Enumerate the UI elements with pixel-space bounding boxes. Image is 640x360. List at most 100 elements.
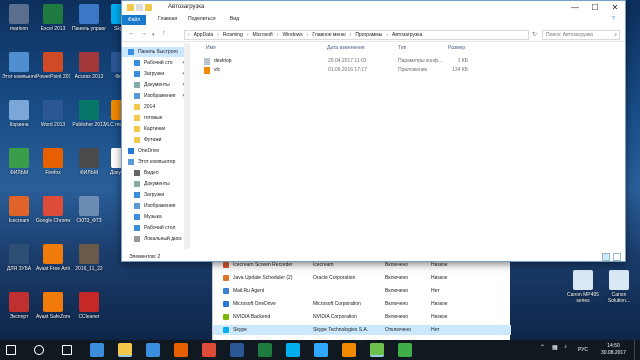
nav-item[interactable]: Загрузки — [122, 190, 189, 200]
startup-row[interactable]: Mail.Ru Agent Включено Нет — [213, 286, 511, 296]
nav-item[interactable]: Панель быстрого — [122, 47, 189, 57]
chrome-icon[interactable] — [202, 343, 216, 357]
forward-icon[interactable]: → — [140, 30, 147, 37]
printer-shortcut[interactable]: Canon Solution... — [602, 270, 636, 304]
printer-shortcut[interactable]: Canon MP495 series — [566, 270, 600, 304]
nav-item[interactable]: Рабочий сто✦ — [122, 58, 189, 68]
volume-icon[interactable]: ♪ — [564, 344, 567, 360]
search-icon[interactable] — [34, 345, 44, 355]
minimize-button[interactable]: — — [565, 1, 585, 15]
properties-icon[interactable] — [136, 4, 143, 11]
nav-item[interactable]: Загрузки✦ — [122, 69, 189, 79]
column-header-type[interactable]: Тип — [398, 45, 406, 51]
desktop-icon[interactable]: Excel 2013 — [36, 4, 70, 32]
maximize-button[interactable]: ☐ — [585, 1, 605, 15]
desktop-icon[interactable]: Avast Free Antivirus — [36, 244, 70, 272]
desktop-icon[interactable]: Icecream — [2, 196, 36, 224]
breadcrumb-item[interactable]: Программы — [355, 32, 382, 38]
desktop-icon[interactable]: СКП3_ФТЗ — [72, 196, 106, 224]
start-icon[interactable] — [6, 345, 16, 355]
desktop-icon[interactable]: marionn — [2, 4, 36, 32]
desktop-icon[interactable]: Firefox — [36, 148, 70, 176]
help-icon[interactable]: ? — [612, 16, 615, 22]
tray-up-icon[interactable]: ⌃ — [540, 344, 545, 360]
breadcrumb-separator[interactable]: › — [217, 32, 219, 38]
nav-item[interactable]: Изображения — [122, 201, 189, 211]
nav-item[interactable]: Картинки — [122, 124, 189, 134]
store-icon[interactable] — [146, 343, 160, 357]
breadcrumb-item[interactable]: Главное меню — [312, 32, 345, 38]
nav-item[interactable]: 2014 — [122, 102, 189, 112]
desktop-icon[interactable]: Google Chrome — [36, 196, 70, 224]
title-bar[interactable]: Автозагрузка — ☐ ✕ — [122, 1, 625, 15]
nav-item[interactable]: Музыка — [122, 212, 189, 222]
desktop-icon[interactable]: Панель управления — [72, 4, 106, 32]
desktop-icon[interactable]: ФИЛЬМ — [72, 148, 106, 176]
network-icon[interactable]: ▦ — [552, 344, 558, 360]
desktop-icon[interactable]: Avast SafeZone — [36, 292, 70, 320]
nav-item[interactable]: готовые — [122, 113, 189, 123]
taskmgr-icon[interactable] — [370, 343, 384, 357]
large-icons-view-icon[interactable] — [613, 253, 621, 261]
column-header-date[interactable]: Дата изменения — [327, 45, 365, 51]
nav-item[interactable]: Изображения✦ — [122, 91, 189, 101]
breadcrumb-item[interactable]: Microsoft — [253, 32, 273, 38]
word-icon[interactable] — [230, 343, 244, 357]
nav-item[interactable]: Локальный диск — [122, 234, 189, 244]
tab-home[interactable]: Главная — [158, 16, 177, 22]
breadcrumb-item[interactable]: Автозагрузка — [392, 32, 422, 38]
breadcrumb-separator[interactable]: › — [307, 32, 309, 38]
desktop-icon[interactable]: 2016_11_22 — [72, 244, 106, 272]
startup-row[interactable]: Microsoft OneDrive Microsoft Corporation В… — [213, 299, 511, 309]
close-button[interactable]: ✕ — [605, 1, 625, 15]
nav-item[interactable]: Документы✦ — [122, 80, 189, 90]
column-header-size[interactable]: Размер — [448, 45, 465, 51]
skype-icon[interactable] — [286, 343, 300, 357]
nav-item[interactable]: Видео — [122, 168, 189, 178]
nav-item[interactable]: Рабочий стол — [122, 223, 189, 233]
details-view-icon[interactable] — [602, 253, 610, 261]
navigation-scrollbar[interactable] — [184, 43, 189, 249]
tab-share[interactable]: Поделиться — [188, 16, 216, 22]
desktop-icon[interactable]: Access 2013 — [72, 52, 106, 80]
desktop-icon[interactable]: CCleaner — [72, 292, 106, 320]
nav-item[interactable]: Этот компьютер — [122, 157, 189, 167]
firefox-icon[interactable] — [174, 343, 188, 357]
task-view-icon[interactable] — [62, 345, 72, 355]
language-indicator[interactable]: РУС — [578, 347, 588, 360]
nav-item[interactable]: Футажи — [122, 135, 189, 145]
breadcrumb-separator[interactable]: › — [188, 32, 190, 38]
tab-view[interactable]: Вид — [230, 16, 239, 22]
breadcrumb-item[interactable]: AppData — [194, 32, 213, 38]
nav-item[interactable]: Документы — [122, 179, 189, 189]
breadcrumb-item[interactable]: Windows — [282, 32, 302, 38]
tab-file[interactable]: Файл — [122, 15, 146, 25]
breadcrumb-separator[interactable]: › — [277, 32, 279, 38]
edge-icon[interactable] — [90, 343, 104, 357]
vlc-icon[interactable] — [342, 343, 356, 357]
breadcrumb-separator[interactable]: › — [247, 32, 249, 38]
desktop-icon[interactable]: Word 2013 — [36, 100, 70, 128]
column-header-name[interactable]: Имя — [206, 45, 216, 51]
new-folder-icon[interactable] — [145, 4, 152, 11]
recent-locations-icon[interactable]: ▾ — [152, 32, 155, 38]
breadcrumb-separator[interactable]: › — [350, 32, 352, 38]
breadcrumb-separator[interactable]: › — [386, 32, 388, 38]
photoshop-icon[interactable] — [314, 343, 328, 357]
explorer-icon[interactable] — [118, 343, 132, 357]
address-bar[interactable]: › AppData › Roaming › Microsoft › Windows › Главн… — [184, 30, 529, 40]
breadcrumb-item[interactable]: Roaming — [223, 32, 243, 38]
search-input[interactable]: Поиск: Автозагрузка ⌕ — [542, 30, 620, 40]
up-icon[interactable]: ↑ — [162, 30, 166, 37]
refresh-icon[interactable]: ↻ — [532, 31, 537, 38]
startup-row[interactable]: Skype Skype Technologies S.A. Отключено Нет — [213, 325, 511, 335]
clock[interactable]: 14:50 30.08.2017 — [601, 343, 626, 357]
desktop-icon[interactable]: ДЛЯ ЗУБА — [2, 244, 36, 272]
startup-row[interactable]: Java Update Scheduler (2) Oracle Corporat… — [213, 273, 511, 283]
startup-row[interactable]: NVIDIA Backend NVIDIA Corporation Включено… — [213, 312, 511, 322]
desktop-icon[interactable]: Корзина — [2, 100, 36, 128]
desktop-icon[interactable]: Publisher 2013 — [72, 100, 106, 128]
file-row[interactable]: desktop 20.04.2017 11:03 Параметры конф...… — [204, 57, 468, 66]
nav-item[interactable]: OneDrive — [122, 146, 189, 156]
desktop-icon[interactable]: ФИЛЬМ — [2, 148, 36, 176]
